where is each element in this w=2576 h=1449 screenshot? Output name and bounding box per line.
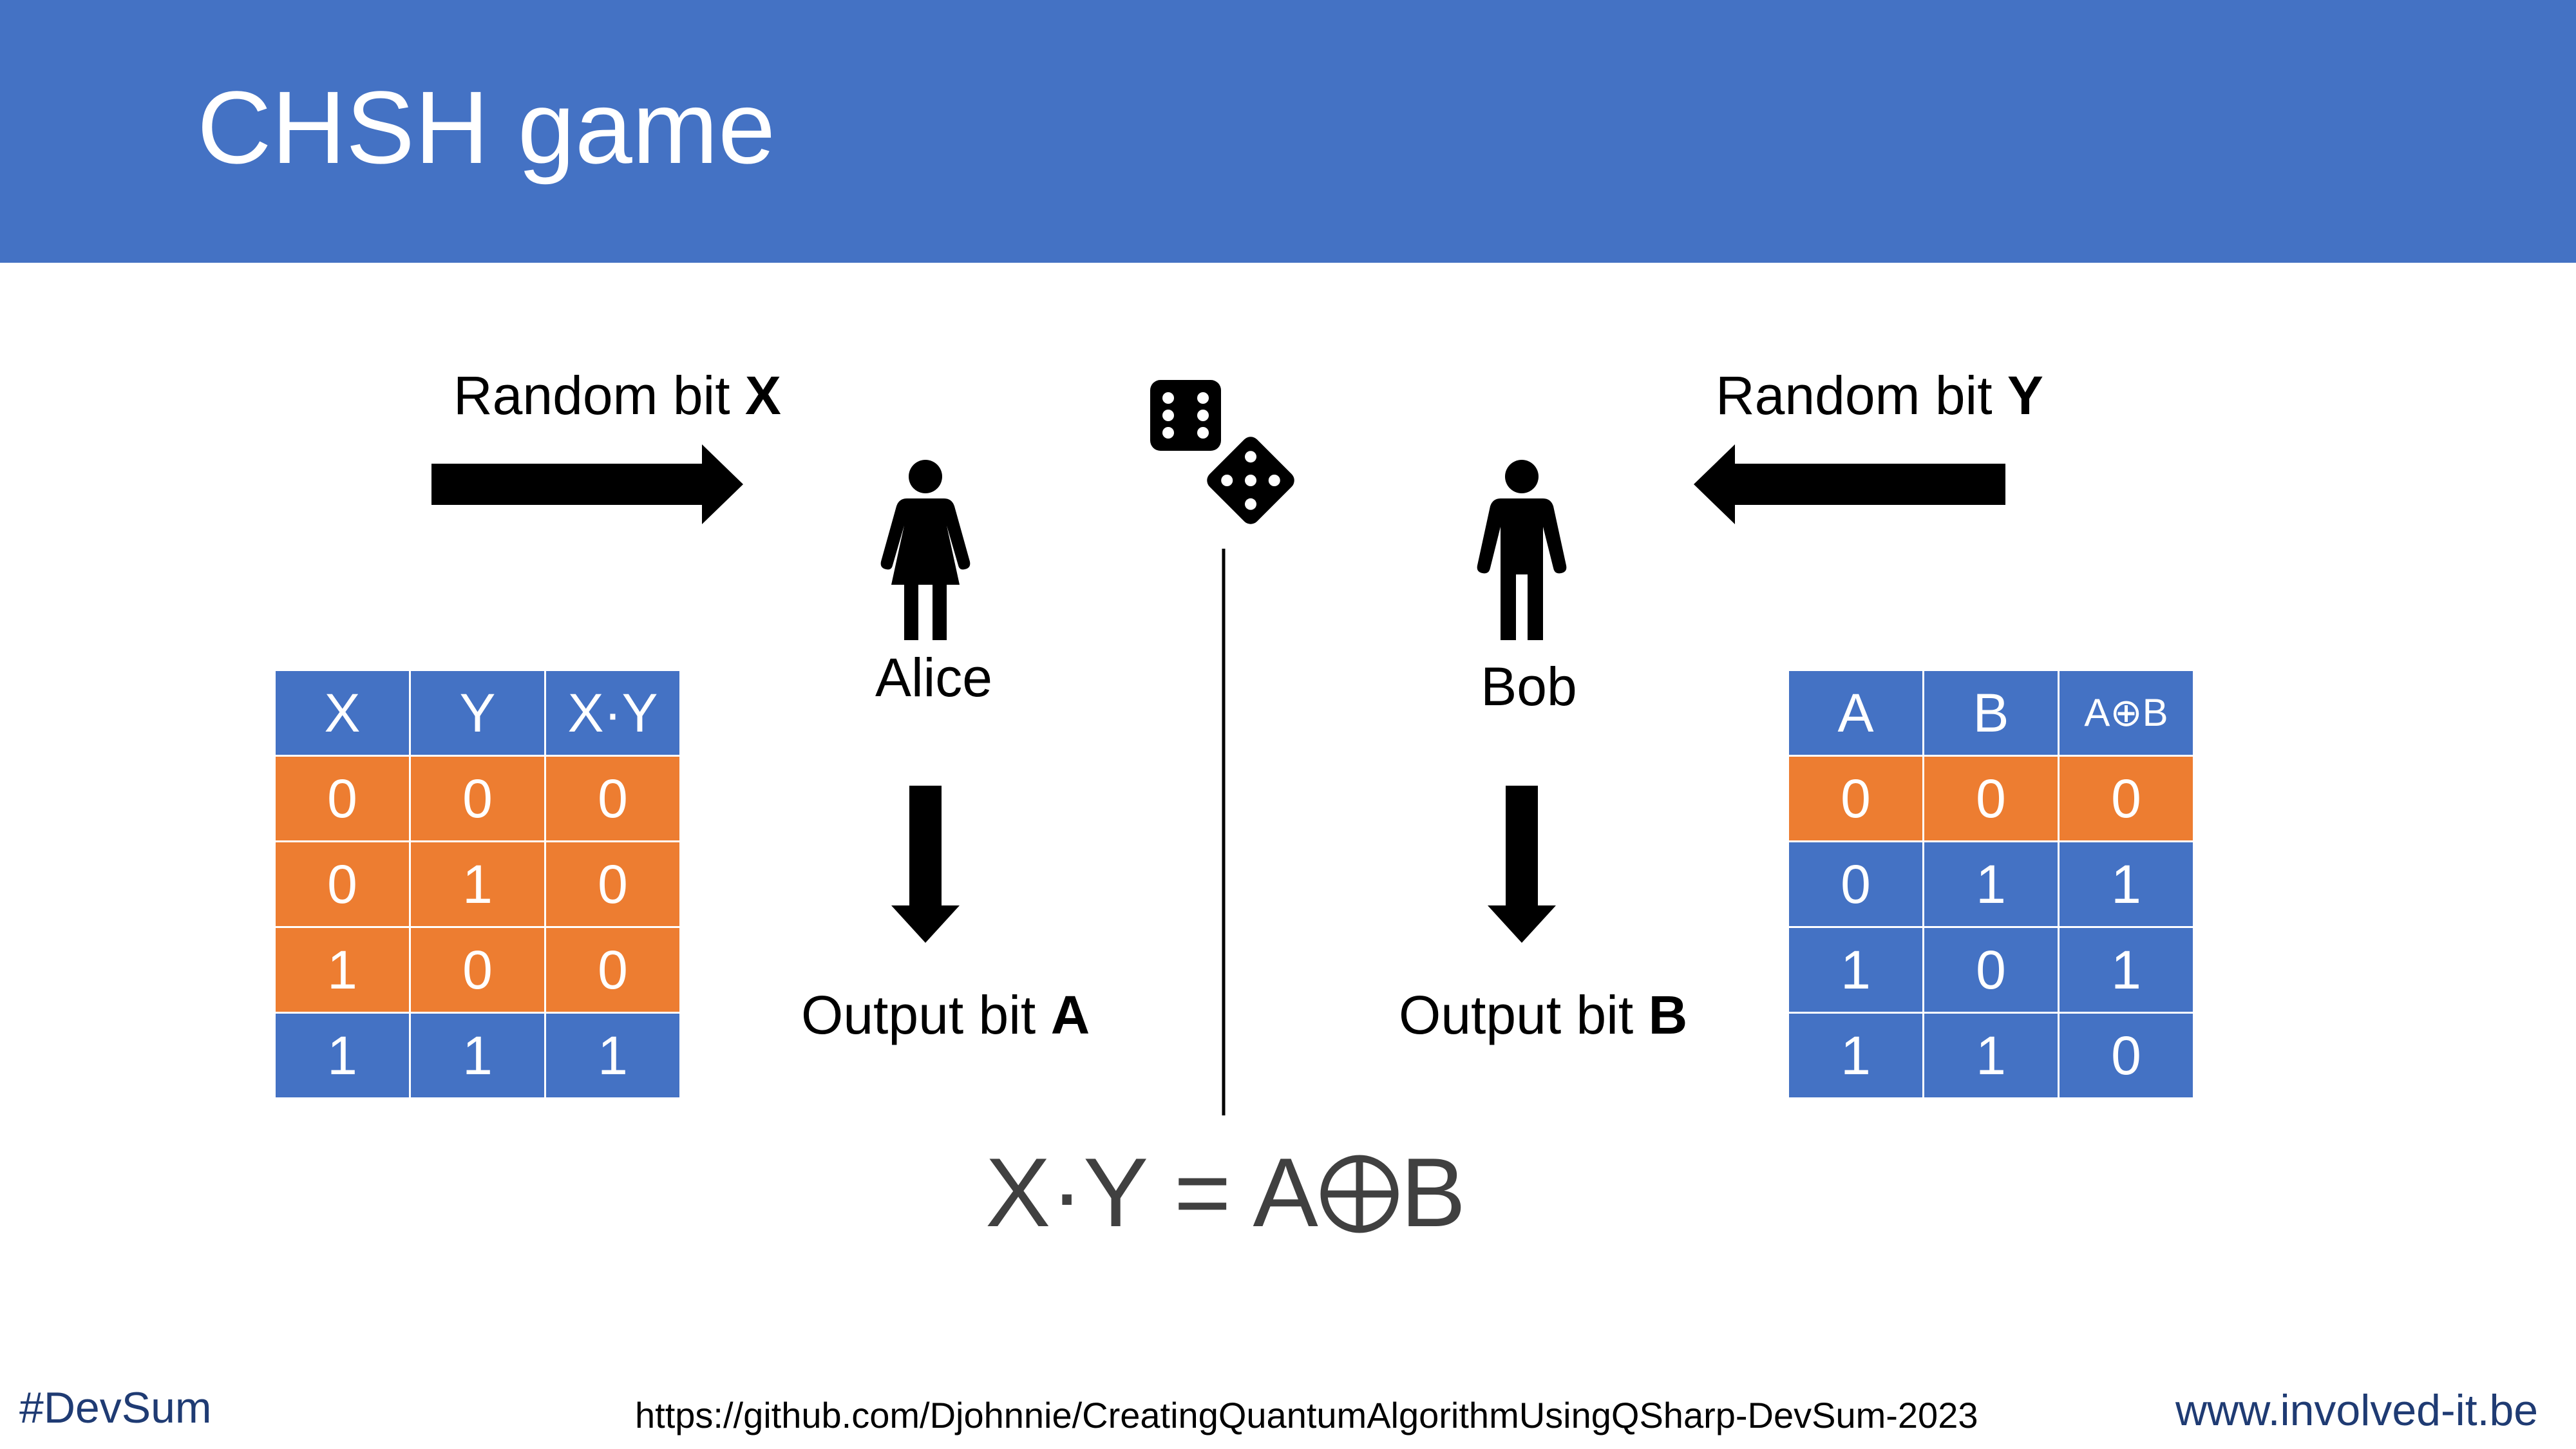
header-cell: A⊕B [2058,671,2193,757]
table-cell: 1 [2058,926,2193,1014]
table-cell: 0 [2058,755,2193,842]
table-row: 1 0 1 [1789,926,2193,1014]
website-link[interactable]: www.involved-it.be [2175,1388,2538,1432]
random-bit-x-var: X [744,365,781,426]
table-row: 0 0 0 [276,755,679,842]
arrow-left-icon [1694,444,2005,524]
table-cell: 0 [409,926,546,1014]
man-icon [1477,460,1567,640]
table-cell: 0 [1789,840,1924,928]
table-row: 0 0 0 [1789,755,2193,842]
output-bit-a-var: A [1050,985,1090,1045]
slide-title: CHSH game [197,70,776,185]
table-cell: 0 [276,755,411,842]
output-bit-a-label: Output bit A [801,988,1090,1042]
header-cell: X [276,671,411,757]
random-bit-x-label: Random bit X [453,368,781,422]
table-cell: 0 [1789,755,1924,842]
arrow-right-icon [431,444,743,524]
table-cell: 1 [544,1012,679,1097]
alice-label: Alice [875,647,993,708]
header-cell: A [1789,671,1924,757]
table-cell: 0 [409,755,546,842]
table-cell: 0 [544,926,679,1014]
output-bit-b-label: Output bit B [1399,988,1687,1042]
table-row: 0 1 1 [1789,840,2193,928]
table-cell: 1 [276,926,411,1014]
table-cell: 1 [276,1012,411,1097]
hashtag-label: #DevSum [19,1383,212,1432]
table-cell: 0 [544,840,679,928]
ab-xor-truth-table: A B A⊕B 0 0 0 0 1 1 1 0 1 1 1 0 [1789,671,2193,1097]
table-header-row: X Y X·Y [276,671,679,757]
random-bit-y-var: Y [2007,365,2043,426]
table-row: 0 1 0 [276,840,679,928]
table-cell: 1 [2058,840,2193,928]
table-cell: 0 [276,840,411,928]
formula-right-text: B [1400,1138,1466,1247]
table-row: 1 0 0 [276,926,679,1014]
table-row: 1 1 1 [276,1012,679,1097]
table-cell: 1 [1922,840,2060,928]
table-cell: 1 [1789,1012,1924,1097]
arrow-down-icon [891,786,960,943]
random-bit-x-text: Random bit [453,365,745,426]
xy-truth-table: X Y X·Y 0 0 0 0 1 0 1 0 0 1 1 1 [276,671,679,1097]
output-bit-b-var: B [1648,985,1688,1045]
dice-icon [1150,380,1294,524]
table-cell: 1 [409,840,546,928]
table-row: 1 1 0 [1789,1012,2193,1097]
table-cell: 1 [1789,926,1924,1014]
random-bit-y-label: Random bit Y [1716,368,2043,422]
table-header-row: A B A⊕B [1789,671,2193,757]
random-bit-y-text: Random bit [1716,365,2007,426]
header-cell: Y [409,671,546,757]
separator-line [1222,549,1226,1115]
table-cell: 1 [1922,1012,2060,1097]
chsh-win-condition-formula: X·Y = AB [985,1144,1466,1242]
table-cell: 0 [2058,1012,2193,1097]
table-cell: 0 [1922,926,2060,1014]
github-url-link[interactable]: https://github.com/Djohnnie/CreatingQuan… [635,1397,1978,1434]
xor-symbol-icon [1320,1155,1399,1233]
output-bit-a-text: Output bit [801,985,1051,1045]
header-cell: B [1922,671,2060,757]
header-cell: X·Y [544,671,679,757]
arrow-down-icon [1488,786,1556,943]
table-cell: 0 [1922,755,2060,842]
woman-icon [880,460,971,640]
table-cell: 1 [409,1012,546,1097]
formula-left-text: X·Y = A [985,1138,1318,1247]
table-cell: 0 [544,755,679,842]
bob-label: Bob [1481,656,1577,717]
output-bit-b-text: Output bit [1399,985,1649,1045]
